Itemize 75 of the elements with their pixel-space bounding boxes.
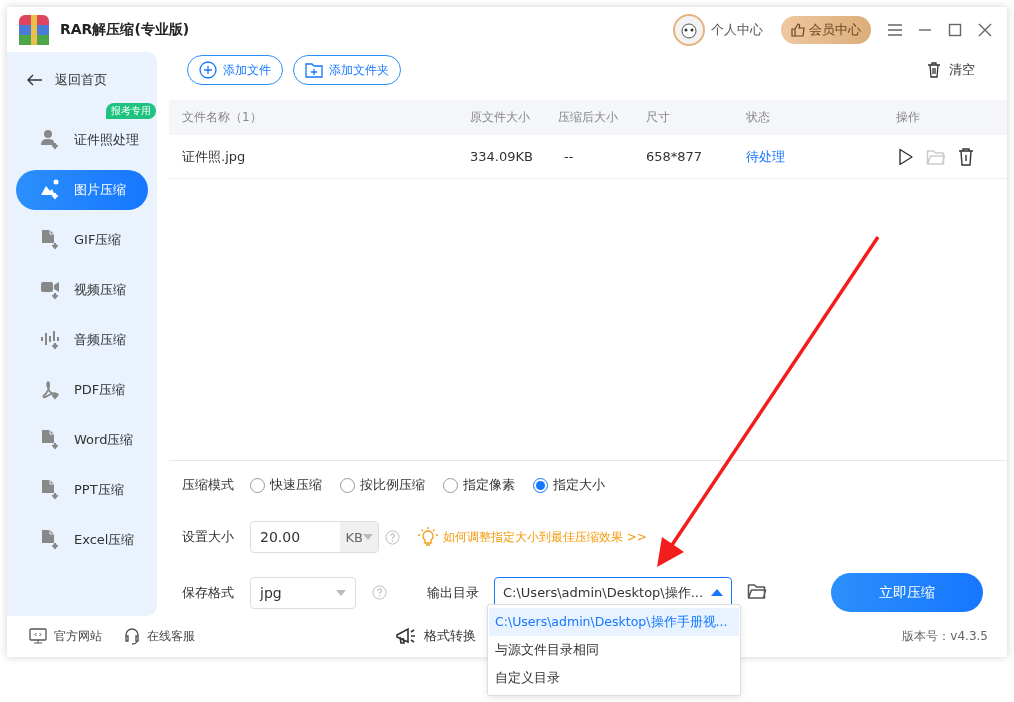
dropdown-option[interactable]: C:\Users\admin\Desktop\操作手册视... [489, 608, 739, 636]
field-label: 输出目录 [427, 583, 479, 602]
video-icon [40, 279, 62, 301]
sidebar-item[interactable]: 证件照处理 [16, 120, 148, 160]
version-text: 版本号：v4.3.5 [902, 627, 988, 645]
dropdown-option[interactable]: 与源文件目录相同 [489, 636, 739, 664]
back-arrow-icon [27, 74, 43, 86]
column-header: 原文件大小 [470, 109, 531, 126]
play-icon[interactable] [898, 147, 914, 166]
radio-button[interactable] [340, 477, 355, 493]
column-header: 压缩后大小 [558, 109, 619, 126]
radio-label[interactable]: 指定大小 [553, 476, 605, 494]
format-convert-link[interactable]: 格式转换 [424, 627, 476, 645]
table-cell-text: 证件照.jpg [182, 147, 247, 166]
sidebar-item[interactable]: 图片压缩 [16, 170, 148, 210]
sidebar-item[interactable]: Word压缩 [16, 420, 148, 460]
format-dropdown[interactable]: jpg [250, 576, 356, 609]
field-label: 压缩模式 [182, 476, 235, 494]
headset-icon [124, 627, 140, 645]
sidebar-item[interactable]: 视频压缩 [16, 270, 148, 310]
radio-button[interactable] [533, 477, 548, 493]
radio-label[interactable]: 指定像素 [463, 476, 515, 494]
trash-icon [927, 62, 941, 78]
add-folder-button[interactable]: 添加文件夹 [293, 55, 401, 85]
field-label: 设置大小 [182, 528, 235, 546]
sidebar-item[interactable]: PPT压缩 [16, 470, 148, 510]
lightbulb-icon [418, 527, 438, 547]
radio-label[interactable]: 按比例压缩 [360, 476, 425, 494]
sidebar-item[interactable]: Excel压缩 [16, 520, 148, 560]
column-header: 操作 [896, 109, 921, 126]
maximize-icon[interactable] [947, 22, 963, 37]
caret-up-icon [711, 589, 723, 596]
sidebar-item[interactable]: PDF压缩 [16, 370, 148, 410]
back-home-link[interactable]: 返回首页 [7, 64, 157, 96]
radio-button[interactable] [250, 477, 265, 493]
close-icon[interactable] [977, 22, 993, 37]
plus-circle-icon [199, 61, 217, 79]
online-support-link[interactable]: 在线客服 [147, 627, 195, 645]
monitor-icon [29, 628, 47, 644]
caret-down-icon [363, 534, 373, 540]
column-header: 尺寸 [646, 109, 671, 126]
table-cell-text: -- [563, 149, 575, 164]
window-title: RAR解压缩(专业版) [60, 20, 190, 39]
clear-button[interactable]: 清空 [921, 60, 981, 80]
column-header: 文件名称（1） [182, 109, 263, 126]
sidebar-item[interactable]: GIF压缩 [16, 220, 148, 260]
add-file-button[interactable]: 添加文件 [187, 55, 283, 85]
delete-icon[interactable] [958, 147, 974, 166]
field-label: 保存格式 [182, 583, 235, 602]
size-field[interactable]: 20.00 KB [250, 521, 379, 553]
badge: 报考专用 [106, 103, 156, 119]
table-cell-text: 334.09KB [470, 149, 534, 164]
sidebar-item[interactable]: 音频压缩 [16, 320, 148, 360]
menu-icon[interactable] [887, 22, 903, 37]
column-header: 状态 [746, 109, 771, 126]
pdf-icon [40, 379, 62, 401]
table-cell-text: 658*877 [646, 149, 704, 164]
app-logo [18, 13, 50, 46]
avatar-icon[interactable] [673, 13, 705, 46]
user-center-link[interactable]: 个人中心 [711, 20, 763, 39]
help-icon[interactable] [372, 585, 387, 600]
folder-plus-icon [305, 62, 323, 78]
browse-folder-icon[interactable] [747, 582, 767, 600]
audio-wave-icon [40, 329, 62, 351]
radio-button[interactable] [443, 477, 458, 493]
official-website-link[interactable]: 官方网站 [54, 627, 102, 645]
status-text: 待处理 [746, 147, 786, 166]
thumbs-up-icon [791, 22, 805, 37]
megaphone-icon [395, 626, 417, 646]
compress-now-button[interactable]: 立即压缩 [831, 573, 983, 612]
help-icon[interactable] [385, 529, 400, 545]
caret-down-icon [336, 589, 346, 596]
dropdown-option[interactable]: 自定义目录 [489, 664, 739, 692]
vip-center-button[interactable]: 会员中心 [781, 15, 871, 44]
radio-label[interactable]: 快速压缩 [270, 476, 322, 494]
